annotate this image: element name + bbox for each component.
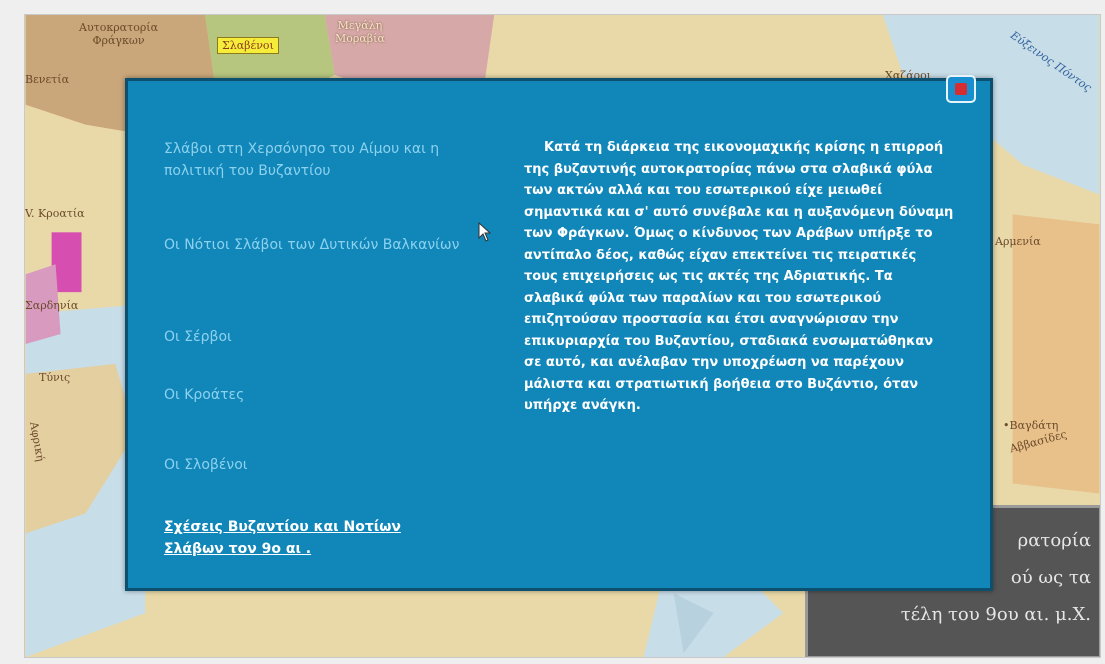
modal-body-text: Κατά τη διάρκεια της εικονομαχικής κρίση… [524, 140, 954, 413]
map-label-venice: Βενετία [25, 73, 69, 86]
map-label-right-low: •Βαγδάτη [1003, 419, 1059, 432]
menu-item-croats[interactable]: Οι Κροάτες [164, 384, 464, 406]
menu-item-south-slavs[interactable]: Οι Νότιοι Σλάβοι των Δυτικών Βαλκανίων [164, 234, 464, 256]
map-label-sardinia: Σαρδηνία [25, 299, 79, 312]
map-label-moravia: Μεγάλη Μοραβία [335, 19, 385, 46]
map-label-frankish: Αυτοκρατορία Φράγκων [79, 21, 159, 48]
map-label-slavs: Σλαβένοι [217, 37, 279, 54]
menu-item-serbs[interactable]: Οι Σέρβοι [164, 326, 464, 348]
title-line-3: τέλη του 9ου αι. μ.Χ. [900, 604, 1091, 625]
map-label-v-kroatia: V. Κροατία [25, 207, 85, 220]
map-label-right-mid: Αρμενία [995, 235, 1041, 248]
menu-item-slovenes[interactable]: Οι Σλοβένοι [164, 454, 464, 476]
mouse-cursor-icon [478, 222, 492, 242]
close-button[interactable] [946, 75, 976, 103]
menu-item-slavs-haemus[interactable]: Σλάβοι στη Χερσόνησο του Αίμου και η πολ… [164, 138, 464, 182]
menu-link-relations[interactable]: Σχέσεις Βυζαντίου και Νοτίων Σλάβων τον … [164, 516, 464, 560]
close-icon [955, 83, 967, 95]
map-label-tunis: Τύνις [39, 371, 71, 384]
